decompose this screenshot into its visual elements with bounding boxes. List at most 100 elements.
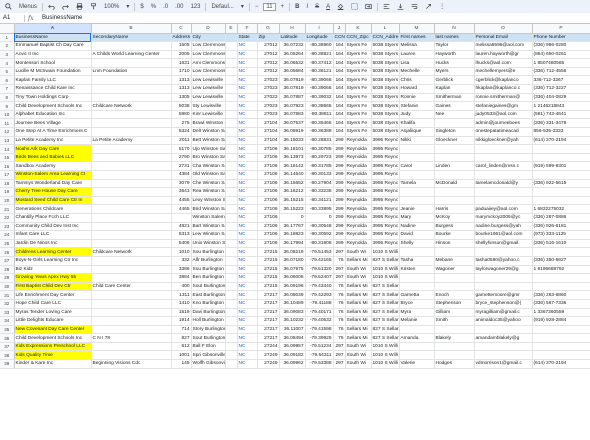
row-number[interactable]: 2 — [0, 41, 15, 51]
table-cell[interactable]: tamelamcdonald@y — [474, 179, 533, 189]
table-cell[interactable]: 1 8507480565 — [532, 58, 590, 68]
table-cell[interactable]: Styers Fe — [345, 75, 372, 86]
column-header[interactable]: N — [434, 24, 475, 34]
table-cell[interactable]: bourke1961@aol.com — [474, 230, 533, 240]
table-cell[interactable] — [532, 333, 590, 343]
table-cell[interactable]: 612 — [171, 342, 192, 352]
undo-icon[interactable] — [46, 2, 57, 11]
table-cell[interactable] — [532, 247, 590, 257]
table-cell[interactable]: 27106 — [257, 196, 280, 206]
header-cell[interactable]: Personal Email — [474, 33, 533, 43]
table-cell[interactable]: (336) 287-0886 — [532, 213, 590, 223]
column-header[interactable]: B — [91, 24, 172, 34]
table-cell[interactable] — [225, 41, 238, 51]
table-cell[interactable]: South Wi — [345, 359, 372, 369]
table-cell[interactable]: 5038 — [171, 101, 192, 111]
table-cell[interactable]: 36.07975 — [279, 265, 306, 275]
number-format-button[interactable]: 123 — [188, 2, 202, 11]
table-cell[interactable]: -79.51453 — [305, 247, 334, 257]
table-cell[interactable]: 299 — [333, 204, 346, 214]
table-cell[interactable]: 27217 — [257, 316, 280, 326]
table-cell[interactable]: ronnie.smitherman@ — [474, 93, 533, 103]
header-cell[interactable]: BusinessName — [14, 33, 92, 43]
table-cell[interactable]: Nadine — [399, 222, 435, 232]
table-cell[interactable]: South Wi — [345, 265, 372, 275]
table-cell[interactable]: Lexy Winston Salem — [191, 196, 226, 206]
table-cell[interactable]: Lew Lewisville — [191, 75, 226, 86]
table-cell[interactable]: Bourke — [434, 230, 475, 240]
table-cell[interactable] — [91, 127, 172, 137]
table-cell[interactable]: Judy — [399, 110, 435, 120]
table-cell[interactable]: McDonald — [434, 179, 475, 189]
table-cell[interactable]: 297 — [333, 273, 346, 283]
table-cell[interactable]: 36.09962 — [279, 359, 306, 369]
table-cell[interactable]: 3641 — [171, 187, 192, 197]
table-cell[interactable]: Reynolda — [345, 136, 372, 146]
table-cell[interactable] — [225, 196, 238, 206]
table-cell[interactable] — [434, 196, 475, 206]
table-cell[interactable]: NC — [237, 84, 258, 94]
header-cell[interactable]: State — [237, 33, 258, 43]
table-cell[interactable]: 827 S Sellar — [371, 256, 400, 266]
table-cell[interactable]: 27106 — [257, 161, 280, 171]
table-cell[interactable]: Child Care Center — [91, 282, 172, 292]
table-cell[interactable]: NC — [237, 204, 258, 214]
table-cell[interactable]: Ball F Elon — [191, 342, 226, 352]
table-cell[interactable]: 164 — [333, 93, 346, 103]
table-cell[interactable] — [225, 256, 238, 266]
row-number[interactable]: 1 — [0, 33, 15, 43]
table-cell[interactable]: 299 — [333, 144, 346, 154]
table-cell[interactable]: (336) 331-3478 — [532, 118, 590, 129]
table-cell[interactable]: Chris — [399, 75, 435, 86]
table-cell[interactable]: 36.09083 — [279, 308, 306, 318]
row-number[interactable]: 33 — [0, 308, 15, 318]
table-cell[interactable]: -79.42293 — [305, 290, 334, 300]
table-cell[interactable] — [434, 144, 475, 154]
table-cell[interactable]: NC — [237, 239, 258, 249]
table-cell[interactable]: Delt Winston Salem — [191, 127, 226, 137]
table-cell[interactable]: 336-712-3267 — [532, 75, 590, 86]
column-header[interactable]: G — [257, 24, 280, 34]
table-cell[interactable] — [91, 118, 172, 129]
row-number[interactable]: 24 — [0, 230, 15, 240]
chevron-down-icon[interactable]: ▾ — [124, 2, 131, 11]
table-cell[interactable]: Melanie — [399, 316, 435, 326]
table-cell[interactable]: -80.30592 — [305, 230, 334, 240]
table-cell[interactable] — [225, 333, 238, 343]
table-cell[interactable]: myragilliam@gmail.c — [474, 308, 533, 318]
table-cell[interactable]: La Petite Academy — [91, 136, 172, 146]
table-cell[interactable]: 27106 — [257, 153, 280, 163]
table-cell[interactable]: cgerblick@kaplanco — [474, 75, 533, 86]
table-cell[interactable]: 27244 — [257, 342, 280, 352]
table-cell[interactable]: 27106 — [257, 170, 280, 180]
table-cell[interactable]: nadine.burgess@yah — [474, 222, 533, 232]
column-header[interactable]: J — [333, 24, 346, 34]
table-cell[interactable]: Reynolda — [345, 153, 372, 163]
table-cell[interactable]: 5038 Styers — [371, 118, 400, 129]
table-cell[interactable]: -79.43440 — [305, 282, 334, 292]
table-cell[interactable]: 1001 — [171, 350, 192, 361]
table-cell[interactable]: 36.07180 — [279, 256, 306, 266]
header-cell[interactable]: Zip — [257, 33, 280, 43]
table-cell[interactable]: Bart Winston Salem — [191, 222, 226, 232]
table-cell[interactable]: 5038 Styers — [371, 84, 400, 94]
table-cell[interactable]: 3386 — [171, 265, 192, 275]
borders-icon[interactable] — [349, 2, 360, 11]
table-cell[interactable]: -79.51320 — [305, 265, 334, 275]
table-cell[interactable] — [225, 282, 238, 292]
table-cell[interactable]: hkaplan@kaplanco.c — [474, 84, 533, 94]
table-cell[interactable]: Lew Winston Salem — [191, 230, 226, 240]
row-number[interactable]: 11 — [0, 118, 15, 129]
table-cell[interactable]: Sout Burlington — [191, 333, 226, 343]
table-cell[interactable]: Sellars Mi — [345, 282, 372, 292]
table-cell[interactable]: 1311 — [171, 290, 192, 300]
table-cell[interactable] — [225, 299, 238, 309]
table-cell[interactable]: Mechelle — [399, 67, 435, 77]
table-cell[interactable]: 36.14640 — [279, 170, 306, 180]
table-cell[interactable]: McKoy — [434, 213, 475, 223]
table-cell[interactable] — [225, 325, 238, 335]
table-cell[interactable]: NC — [237, 101, 258, 111]
table-cell[interactable]: 1010 S Willi — [371, 350, 400, 361]
table-cell[interactable] — [434, 187, 475, 197]
table-cell[interactable]: 297 — [333, 265, 346, 275]
